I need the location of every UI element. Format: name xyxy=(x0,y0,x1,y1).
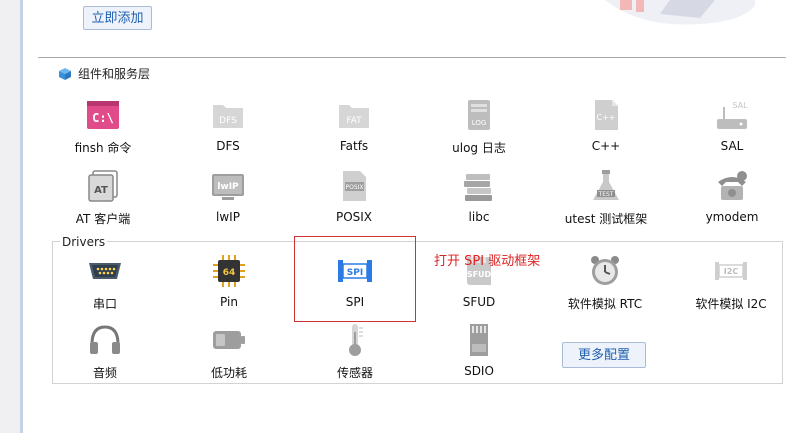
svg-text:TEST: TEST xyxy=(598,191,614,198)
headphones-icon xyxy=(90,325,120,354)
at-icon: AT xyxy=(88,170,118,202)
svg-text:SFUD: SFUD xyxy=(467,270,492,279)
add-now-button[interactable]: 立即添加 xyxy=(83,6,152,30)
section-title-label: 组件和服务层 xyxy=(78,67,151,81)
svg-text:DFS: DFS xyxy=(219,116,237,126)
driver-soft-rtc[interactable]: 软件模拟 RTC xyxy=(550,253,660,317)
driver-label: SDIO xyxy=(464,364,494,378)
svg-text:SAL: SAL xyxy=(732,101,748,110)
component-label: SAL xyxy=(720,139,744,153)
component-ymodem[interactable]: ymodem xyxy=(677,168,786,232)
sd-card-icon xyxy=(470,324,488,356)
driver-label: 低功耗 xyxy=(210,366,247,380)
flask-icon: TEST xyxy=(593,170,619,200)
component-ulog[interactable]: LOG ulog 日志 xyxy=(424,97,534,161)
component-label: Fatfs xyxy=(339,139,369,153)
component-lwip[interactable]: lwIP lwIP xyxy=(173,168,283,232)
drivers-group-label: Drivers xyxy=(60,235,108,249)
component-label: C++ xyxy=(591,139,621,153)
lwip-icon: lwIP xyxy=(212,174,244,200)
section-divider xyxy=(38,57,786,58)
driver-label: 传感器 xyxy=(336,366,373,380)
driver-soft-i2c[interactable]: I2C 软件模拟 I2C xyxy=(676,253,786,317)
svg-text:AT: AT xyxy=(94,185,108,196)
books-icon xyxy=(464,174,492,201)
drivers-group xyxy=(52,241,783,384)
component-fatfs[interactable]: FAT Fatfs xyxy=(299,97,409,161)
left-panel-border xyxy=(20,0,23,433)
driver-power[interactable]: 低功耗 xyxy=(174,322,284,386)
svg-text:lwIP: lwIP xyxy=(217,182,239,192)
svg-text:64: 64 xyxy=(223,268,236,278)
component-label: AT 客户端 xyxy=(75,212,131,226)
svg-text:C:\: C:\ xyxy=(92,111,114,125)
driver-sdio[interactable]: SDIO xyxy=(424,322,534,386)
driver-label: 串口 xyxy=(92,297,117,311)
svg-text:C++: C++ xyxy=(597,113,616,122)
component-label: POSIX xyxy=(335,210,373,224)
component-label: ymodem xyxy=(705,210,759,224)
component-sal[interactable]: SAL SAL xyxy=(677,97,786,161)
svg-text:POSIX: POSIX xyxy=(345,184,363,191)
component-posix[interactable]: POSIX POSIX xyxy=(299,168,409,232)
svg-text:FAT: FAT xyxy=(346,116,362,126)
component-dfs[interactable]: DFS DFS xyxy=(173,97,283,161)
component-label: DFS xyxy=(216,139,240,153)
terminal-icon: C:\ xyxy=(87,101,119,129)
component-cpp[interactable]: C++ C++ xyxy=(551,97,661,161)
driver-audio[interactable]: 音频 xyxy=(50,322,160,386)
phone-icon xyxy=(718,171,747,200)
driver-pin[interactable]: 64 Pin xyxy=(174,253,284,317)
alarm-clock-icon xyxy=(591,256,619,285)
annotation-text: 打开 SPI 驱动框架 xyxy=(434,254,541,269)
component-label: finsh 命令 xyxy=(74,141,132,155)
component-label: utest 测试框架 xyxy=(564,212,648,226)
driver-label: 音频 xyxy=(92,366,117,380)
cube-icon xyxy=(59,67,71,80)
thermometer-icon xyxy=(349,324,363,356)
component-utest[interactable]: TEST utest 测试框架 xyxy=(551,168,661,232)
folder-icon: DFS xyxy=(213,105,243,128)
driver-label: 软件模拟 RTC xyxy=(567,297,643,311)
folder-icon: FAT xyxy=(339,105,369,128)
svg-text:I2C: I2C xyxy=(724,267,739,276)
more-config-button[interactable]: 更多配置 xyxy=(562,342,646,368)
svg-text:LOG: LOG xyxy=(472,119,487,127)
chip-icon: 64 xyxy=(213,255,245,287)
driver-label: SFUD xyxy=(462,295,496,309)
component-finsh[interactable]: C:\ finsh 命令 xyxy=(48,97,158,161)
i2c-icon: I2C xyxy=(715,262,747,280)
driver-label: Pin xyxy=(220,295,238,309)
router-icon: SAL xyxy=(717,101,748,129)
posix-file-icon: POSIX xyxy=(343,171,366,201)
component-label: ulog 日志 xyxy=(452,141,506,155)
cpp-file-icon: C++ xyxy=(595,100,618,130)
section-title: 组件和服务层 xyxy=(58,65,150,82)
illustration-image xyxy=(605,0,755,25)
component-libc[interactable]: libc xyxy=(424,168,534,232)
component-label: lwIP xyxy=(216,210,240,224)
serial-port-icon xyxy=(89,263,121,279)
battery-icon xyxy=(213,331,245,349)
highlight-box xyxy=(294,236,416,322)
driver-label: 软件模拟 I2C xyxy=(695,297,767,311)
component-label: libc xyxy=(468,210,490,224)
log-file-icon: LOG xyxy=(468,100,490,130)
component-at-client[interactable]: AT AT 客户端 xyxy=(48,168,158,232)
driver-serial[interactable]: 串口 xyxy=(50,253,160,317)
driver-sensor[interactable]: 传感器 xyxy=(300,322,410,386)
